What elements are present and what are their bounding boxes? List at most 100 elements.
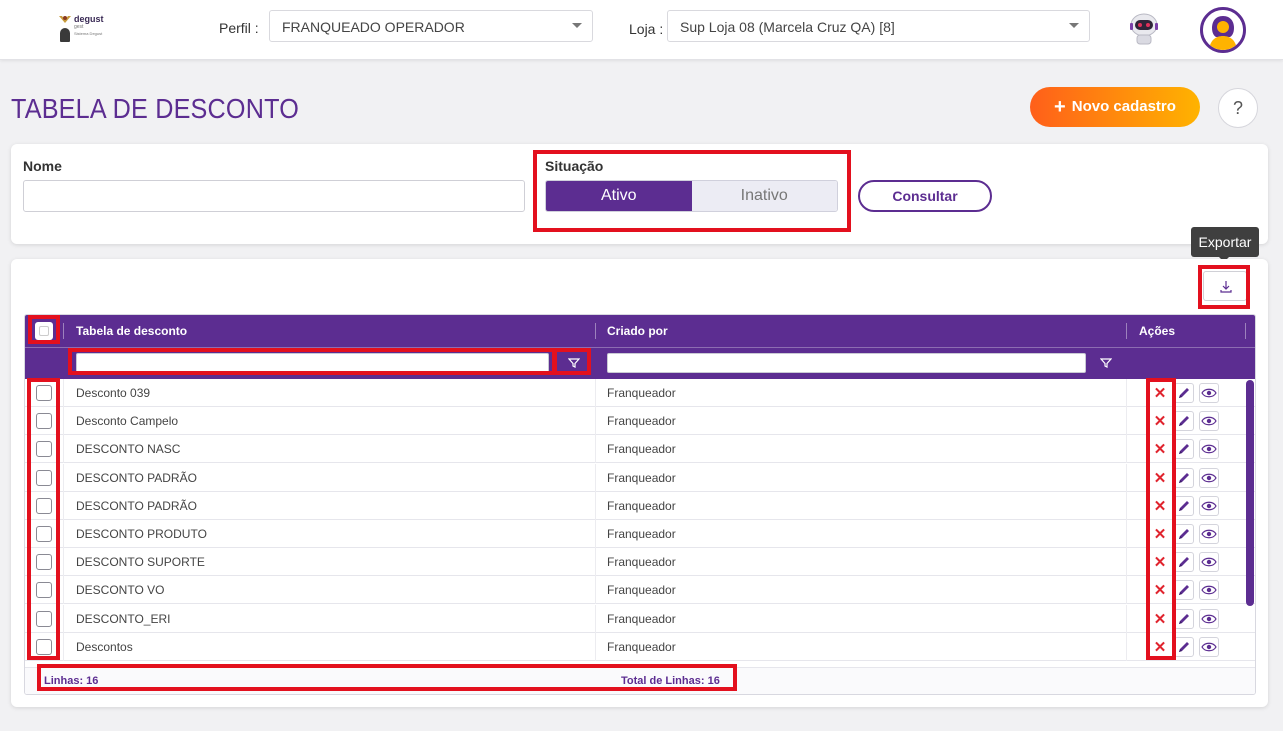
edit-icon[interactable]	[1174, 608, 1194, 629]
col-separator	[595, 323, 596, 339]
view-icon[interactable]	[1199, 608, 1219, 629]
delete-icon[interactable]: ✕	[1150, 495, 1170, 516]
edit-icon[interactable]	[1174, 524, 1194, 544]
filter-icon[interactable]	[564, 353, 584, 373]
export-button[interactable]	[1203, 271, 1247, 301]
view-icon[interactable]	[1199, 411, 1219, 432]
consultar-button[interactable]: Consultar	[858, 180, 992, 212]
delete-icon[interactable]: ✕	[1150, 467, 1170, 488]
edit-icon[interactable]	[1174, 552, 1194, 573]
view-icon[interactable]	[1199, 383, 1219, 403]
edit-icon[interactable]	[1174, 580, 1194, 601]
col-separator	[63, 435, 64, 464]
app-logo[interactable]: degust gest Sistema Degust	[58, 12, 110, 42]
robot-icon[interactable]	[1127, 11, 1161, 47]
col-separator	[63, 407, 64, 436]
edit-icon[interactable]	[1174, 411, 1194, 432]
nome-label: Nome	[23, 158, 62, 174]
row-checkbox[interactable]	[36, 610, 52, 627]
row-checkbox[interactable]	[36, 413, 52, 430]
exportar-tooltip: Exportar	[1191, 227, 1259, 262]
grid-scrollbar[interactable]	[1246, 380, 1254, 606]
chevron-down-icon	[1069, 23, 1079, 28]
situacao-inativo-option[interactable]: Inativo	[691, 181, 837, 211]
col-separator	[1126, 520, 1127, 548]
col-separator	[1245, 323, 1246, 339]
criado-por-filter-input[interactable]	[607, 353, 1086, 373]
loja-select[interactable]: Sup Loja 08 (Marcela Cruz QA) [8]	[667, 10, 1090, 42]
row-checkbox[interactable]	[36, 469, 52, 486]
view-icon[interactable]	[1199, 636, 1219, 657]
table-row[interactable]: DESCONTO PADRÃO Franqueador ✕	[25, 463, 1255, 492]
table-row[interactable]: Desconto Campelo Franqueador ✕	[25, 407, 1255, 436]
total-linhas-count: Total de Linhas: 16	[621, 675, 720, 687]
col-separator	[595, 491, 596, 520]
cell-criado-por: Franqueador	[607, 386, 676, 400]
col-separator	[63, 379, 64, 407]
delete-icon[interactable]: ✕	[1150, 524, 1170, 544]
row-checkbox[interactable]	[36, 554, 52, 571]
cell-tabela: DESCONTO PADRÃO	[76, 470, 197, 485]
situacao-ativo-option[interactable]: Ativo	[546, 181, 692, 211]
col-separator	[1126, 604, 1127, 633]
user-avatar-icon[interactable]	[1200, 7, 1246, 53]
cell-tabela: DESCONTO_ERI	[76, 611, 171, 626]
cell-tabela: Descontos	[76, 639, 133, 654]
col-separator	[595, 632, 596, 661]
delete-icon[interactable]: ✕	[1150, 383, 1170, 403]
delete-icon[interactable]: ✕	[1150, 636, 1170, 657]
view-icon[interactable]	[1199, 580, 1219, 601]
view-icon[interactable]	[1199, 495, 1219, 516]
help-button[interactable]: ?	[1218, 88, 1258, 128]
perfil-value: FRANQUEADO OPERADOR	[282, 19, 465, 35]
delete-icon[interactable]: ✕	[1150, 411, 1170, 432]
col-separator	[1126, 491, 1127, 520]
row-checkbox[interactable]	[36, 441, 52, 458]
view-icon[interactable]	[1199, 439, 1219, 460]
tabela-filter-input[interactable]	[76, 353, 549, 373]
cell-criado-por: Franqueador	[607, 527, 676, 541]
edit-icon[interactable]	[1174, 383, 1194, 403]
delete-icon[interactable]: ✕	[1150, 608, 1170, 629]
table-row[interactable]: Descontos Franqueador ✕	[25, 632, 1255, 661]
col-header-criado-por[interactable]: Criado por	[607, 315, 668, 347]
edit-icon[interactable]	[1174, 495, 1194, 516]
cell-criado-por: Franqueador	[607, 611, 676, 626]
col-separator	[595, 463, 596, 492]
edit-icon[interactable]	[1174, 467, 1194, 488]
delete-icon[interactable]: ✕	[1150, 580, 1170, 601]
row-checkbox[interactable]	[36, 582, 52, 599]
logo-person-icon	[60, 28, 70, 42]
delete-icon[interactable]: ✕	[1150, 439, 1170, 460]
table-row[interactable]: DESCONTO SUPORTE Franqueador ✕	[25, 548, 1255, 577]
col-separator	[63, 323, 64, 339]
view-icon[interactable]	[1199, 552, 1219, 573]
row-checkbox[interactable]	[36, 497, 52, 514]
table-row[interactable]: DESCONTO_ERI Franqueador ✕	[25, 604, 1255, 633]
grid-footer: Linhas: 16 Total de Linhas: 16	[25, 667, 1255, 694]
edit-icon[interactable]	[1174, 636, 1194, 657]
view-icon[interactable]	[1199, 467, 1219, 488]
table-row[interactable]: Desconto 039 Franqueador ✕	[25, 379, 1255, 407]
delete-icon[interactable]: ✕	[1150, 552, 1170, 573]
novo-cadastro-button[interactable]: + Novo cadastro	[1030, 87, 1200, 127]
grid-header: Tabela de desconto Criado por Ações	[25, 315, 1255, 379]
row-checkbox[interactable]	[36, 385, 52, 401]
table-row[interactable]: DESCONTO PRODUTO Franqueador ✕	[25, 520, 1255, 548]
col-header-tabela[interactable]: Tabela de desconto	[76, 315, 187, 347]
edit-icon[interactable]	[1174, 439, 1194, 460]
row-checkbox[interactable]	[36, 526, 52, 542]
logo-brand: degust	[74, 14, 104, 24]
cell-tabela: Desconto 039	[76, 386, 151, 400]
table-row[interactable]: DESCONTO PADRÃO Franqueador ✕	[25, 491, 1255, 520]
nome-input[interactable]	[23, 180, 525, 212]
discount-table-grid: Tabela de desconto Criado por Ações Desc…	[24, 314, 1256, 695]
row-checkbox[interactable]	[36, 638, 52, 655]
table-row[interactable]: DESCONTO VO Franqueador ✕	[25, 576, 1255, 605]
view-icon[interactable]	[1199, 524, 1219, 544]
select-all-checkbox[interactable]	[35, 322, 53, 340]
table-row[interactable]: DESCONTO NASC Franqueador ✕	[25, 435, 1255, 464]
perfil-select[interactable]: FRANQUEADO OPERADOR	[269, 10, 593, 42]
top-bar: degust gest Sistema Degust Perfil : FRAN…	[0, 0, 1283, 60]
filter-icon[interactable]	[1096, 353, 1116, 373]
